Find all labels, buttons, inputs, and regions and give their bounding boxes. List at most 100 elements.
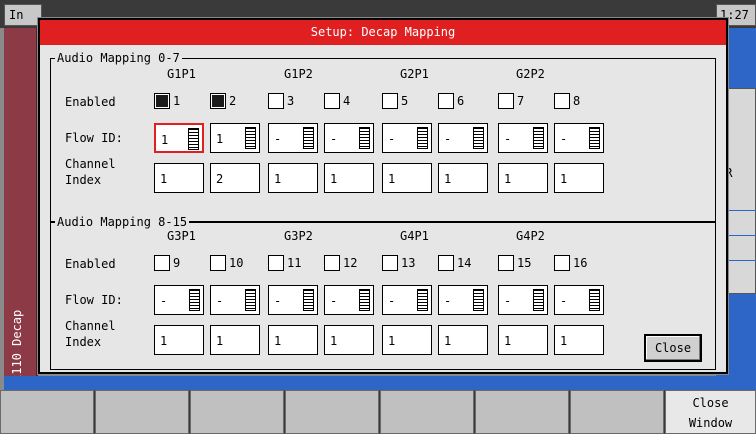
enable-checkbox[interactable] bbox=[554, 255, 570, 271]
flow-id-spinner-1[interactable]: 1 bbox=[154, 123, 204, 153]
enable-checkbox[interactable] bbox=[438, 255, 454, 271]
channel-enable-3[interactable]: 3 bbox=[268, 93, 294, 109]
flow-id-spinner-14[interactable]: - bbox=[438, 285, 488, 315]
channel-index-label-line2: Index bbox=[65, 335, 102, 349]
flow-id-spinner-16[interactable]: - bbox=[554, 285, 604, 315]
channel-enable-10[interactable]: 10 bbox=[210, 255, 243, 271]
channel-enable-9[interactable]: 9 bbox=[154, 255, 180, 271]
flow-id-value: - bbox=[504, 294, 512, 308]
spinner-arrows-icon[interactable] bbox=[473, 127, 484, 149]
enable-checkbox[interactable] bbox=[498, 93, 514, 109]
channel-enable-4[interactable]: 4 bbox=[324, 93, 350, 109]
flow-id-label: Flow ID: bbox=[65, 131, 123, 145]
spinner-arrows-icon[interactable] bbox=[303, 127, 314, 149]
channel-enable-8[interactable]: 8 bbox=[554, 93, 580, 109]
spinner-arrows-icon[interactable] bbox=[359, 289, 370, 311]
enable-checkbox[interactable] bbox=[498, 255, 514, 271]
enable-checkbox[interactable] bbox=[324, 93, 340, 109]
channel-index-label-line1: Channel bbox=[65, 157, 116, 171]
close-window-softkey[interactable]: Close Window bbox=[665, 390, 756, 434]
enable-checkbox[interactable] bbox=[554, 93, 570, 109]
channel-index-field-8[interactable]: 1 bbox=[554, 163, 604, 193]
channel-enable-2[interactable]: 2 bbox=[210, 93, 236, 109]
enable-checkbox[interactable] bbox=[154, 255, 170, 271]
enable-checkbox[interactable] bbox=[438, 93, 454, 109]
flow-id-spinner-8[interactable]: - bbox=[554, 123, 604, 153]
softkey-7[interactable] bbox=[570, 390, 664, 434]
flow-id-spinner-5[interactable]: - bbox=[382, 123, 432, 153]
channel-index-field-9[interactable]: 1 bbox=[154, 325, 204, 355]
enable-checkbox[interactable] bbox=[268, 93, 284, 109]
spinner-arrows-icon[interactable] bbox=[303, 289, 314, 311]
channel-index-field-1[interactable]: 1 bbox=[154, 163, 204, 193]
channel-index-field-15[interactable]: 1 bbox=[498, 325, 548, 355]
flow-id-spinner-11[interactable]: - bbox=[268, 285, 318, 315]
enable-checkbox[interactable] bbox=[268, 255, 284, 271]
channel-index-field-10[interactable]: 1 bbox=[210, 325, 260, 355]
flow-id-spinner-3[interactable]: - bbox=[268, 123, 318, 153]
spinner-arrows-icon[interactable] bbox=[245, 127, 256, 149]
channel-index-field-5[interactable]: 1 bbox=[382, 163, 432, 193]
spinner-arrows-icon[interactable] bbox=[417, 127, 428, 149]
channel-index-field-16[interactable]: 1 bbox=[554, 325, 604, 355]
spinner-arrows-icon[interactable] bbox=[359, 127, 370, 149]
spinner-arrows-icon[interactable] bbox=[188, 128, 199, 150]
channel-index-field-7[interactable]: 1 bbox=[498, 163, 548, 193]
flow-id-spinner-13[interactable]: - bbox=[382, 285, 432, 315]
close-button[interactable]: Close bbox=[644, 334, 702, 362]
channel-index-value: 1 bbox=[560, 172, 568, 186]
enable-checkbox[interactable] bbox=[382, 93, 398, 109]
channel-index-field-12[interactable]: 1 bbox=[324, 325, 374, 355]
channel-index-field-13[interactable]: 1 bbox=[382, 325, 432, 355]
channel-enable-1[interactable]: 1 bbox=[154, 93, 180, 109]
softkey-4[interactable] bbox=[285, 390, 379, 434]
flow-id-value: - bbox=[388, 132, 396, 146]
softkey-1[interactable] bbox=[0, 390, 94, 434]
channel-enable-15[interactable]: 15 bbox=[498, 255, 531, 271]
softkey-3[interactable] bbox=[190, 390, 284, 434]
channel-enable-11[interactable]: 11 bbox=[268, 255, 301, 271]
flow-id-spinner-4[interactable]: - bbox=[324, 123, 374, 153]
spinner-arrows-icon[interactable] bbox=[189, 289, 200, 311]
channel-index-field-11[interactable]: 1 bbox=[268, 325, 318, 355]
channel-index-field-2[interactable]: 2 bbox=[210, 163, 260, 193]
flow-id-spinner-10[interactable]: - bbox=[210, 285, 260, 315]
softkey-6[interactable] bbox=[475, 390, 569, 434]
softkey-5[interactable] bbox=[380, 390, 474, 434]
channel-enable-13[interactable]: 13 bbox=[382, 255, 415, 271]
spinner-arrows-icon[interactable] bbox=[245, 289, 256, 311]
flow-id-spinner-9[interactable]: - bbox=[154, 285, 204, 315]
channel-index-field-4[interactable]: 1 bbox=[324, 163, 374, 193]
spinner-arrows-icon[interactable] bbox=[533, 127, 544, 149]
spinner-arrows-icon[interactable] bbox=[589, 127, 600, 149]
spinner-arrows-icon[interactable] bbox=[533, 289, 544, 311]
channel-index-field-6[interactable]: 1 bbox=[438, 163, 488, 193]
flow-id-spinner-12[interactable]: - bbox=[324, 285, 374, 315]
app-tab-input[interactable]: In bbox=[4, 4, 42, 26]
channel-index-value: 1 bbox=[388, 334, 396, 348]
spinner-arrows-icon[interactable] bbox=[417, 289, 428, 311]
flow-id-spinner-6[interactable]: - bbox=[438, 123, 488, 153]
channel-enable-6[interactable]: 6 bbox=[438, 93, 464, 109]
channel-enable-16[interactable]: 16 bbox=[554, 255, 587, 271]
channel-enable-14[interactable]: 14 bbox=[438, 255, 471, 271]
channel-index-value: 2 bbox=[216, 172, 224, 186]
enable-checkbox[interactable] bbox=[154, 93, 170, 109]
channel-index-value: 1 bbox=[504, 334, 512, 348]
enable-checkbox[interactable] bbox=[324, 255, 340, 271]
channel-enable-12[interactable]: 12 bbox=[324, 255, 357, 271]
enable-checkbox[interactable] bbox=[210, 93, 226, 109]
flow-id-spinner-2[interactable]: 1 bbox=[210, 123, 260, 153]
spinner-arrows-icon[interactable] bbox=[473, 289, 484, 311]
enable-checkbox[interactable] bbox=[382, 255, 398, 271]
channel-enable-5[interactable]: 5 bbox=[382, 93, 408, 109]
channel-index-label-line2: Index bbox=[65, 173, 102, 187]
flow-id-spinner-15[interactable]: - bbox=[498, 285, 548, 315]
softkey-2[interactable] bbox=[95, 390, 189, 434]
channel-index-field-14[interactable]: 1 bbox=[438, 325, 488, 355]
channel-index-field-3[interactable]: 1 bbox=[268, 163, 318, 193]
flow-id-spinner-7[interactable]: - bbox=[498, 123, 548, 153]
enable-checkbox[interactable] bbox=[210, 255, 226, 271]
spinner-arrows-icon[interactable] bbox=[589, 289, 600, 311]
channel-enable-7[interactable]: 7 bbox=[498, 93, 524, 109]
